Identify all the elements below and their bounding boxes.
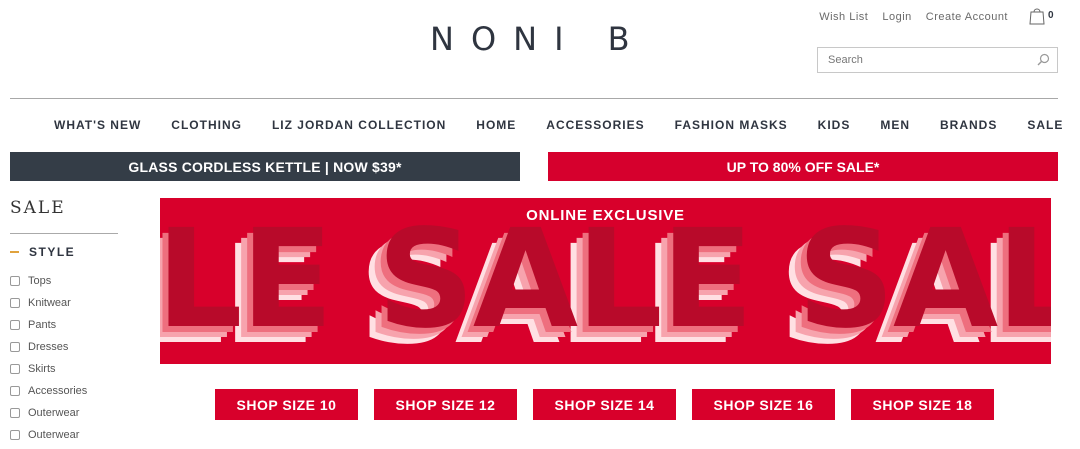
nav-kids[interactable]: KIDS — [818, 118, 851, 132]
promo-banner-sale[interactable]: UP TO 80% OFF SALE* — [548, 152, 1058, 181]
nav-men[interactable]: MEN — [880, 118, 910, 132]
filter-label: Tops — [28, 275, 52, 287]
checkbox[interactable] — [10, 386, 20, 396]
filter-label: Dresses — [28, 341, 69, 353]
nav-fashion-masks[interactable]: FASHION MASKS — [675, 118, 788, 132]
promo-banner-kettle[interactable]: GLASS CORDLESS KETTLE | NOW $39* — [10, 152, 520, 181]
shop-size-16-button[interactable]: SHOP SIZE 16 — [692, 389, 835, 420]
filter-label: Accessories — [28, 385, 88, 397]
login-link[interactable]: Login — [882, 11, 911, 23]
filter-knitwear[interactable]: Knitwear — [10, 292, 87, 314]
sale-hero-banner[interactable]: LE SALE SALE SA LE SALE SALE SA LE SALE … — [160, 198, 1051, 364]
shop-size-buttons: SHOP SIZE 10 SHOP SIZE 12 SHOP SIZE 14 S… — [215, 389, 994, 420]
wishlist-link[interactable]: Wish List — [819, 11, 868, 23]
filter-dresses[interactable]: Dresses — [10, 336, 87, 358]
filter-label: Skirts — [28, 363, 56, 375]
style-filter-list: Tops Knitwear Pants Dresses Skirts Acces… — [10, 270, 87, 446]
filter-accessories[interactable]: Accessories — [10, 380, 87, 402]
filter-label: Outerwear — [28, 407, 80, 419]
filter-skirts[interactable]: Skirts — [10, 358, 87, 380]
account-links: Wish List Login Create Account — [819, 11, 1008, 23]
sidebar-title: SALE — [10, 198, 66, 218]
filter-label: Outerwear — [28, 429, 80, 441]
style-filter-heading[interactable]: STYLE — [10, 245, 75, 259]
style-heading-label: STYLE — [29, 245, 76, 259]
shop-size-12-button[interactable]: SHOP SIZE 12 — [374, 389, 517, 420]
header-divider — [10, 98, 1058, 99]
online-exclusive-label: ONLINE EXCLUSIVE — [526, 207, 685, 224]
nav-accessories[interactable]: ACCESSORIES — [546, 118, 644, 132]
shop-size-10-button[interactable]: SHOP SIZE 10 — [215, 389, 358, 420]
cart-count: 0 — [1048, 10, 1054, 21]
search-icon[interactable] — [1037, 53, 1050, 66]
shop-size-18-button[interactable]: SHOP SIZE 18 — [851, 389, 994, 420]
nav-brands[interactable]: BRANDS — [940, 118, 997, 132]
main-nav: WHAT'S NEW CLOTHING LIZ JORDAN COLLECTIO… — [54, 118, 1080, 132]
filter-pants[interactable]: Pants — [10, 314, 87, 336]
filter-outerwear[interactable]: Outerwear — [10, 402, 87, 424]
create-account-link[interactable]: Create Account — [926, 11, 1008, 23]
checkbox[interactable] — [10, 276, 20, 286]
checkbox[interactable] — [10, 364, 20, 374]
cart-button[interactable]: 0 — [1029, 7, 1059, 27]
filter-label: Pants — [28, 319, 57, 331]
checkbox[interactable] — [10, 408, 20, 418]
nav-liz-jordan[interactable]: LIZ JORDAN COLLECTION — [272, 118, 446, 132]
nav-sale[interactable]: SALE — [1027, 118, 1063, 132]
checkbox[interactable] — [10, 298, 20, 308]
sidebar-divider — [10, 233, 118, 234]
brand-logo[interactable]: NONI B — [430, 20, 647, 58]
filter-outerwear-2[interactable]: Outerwear — [10, 424, 87, 446]
checkbox[interactable] — [10, 342, 20, 352]
filter-tops[interactable]: Tops — [10, 270, 87, 292]
collapse-dash-icon — [10, 251, 19, 253]
nav-whats-new[interactable]: WHAT'S NEW — [54, 118, 141, 132]
checkbox[interactable] — [10, 430, 20, 440]
search-box — [817, 47, 1058, 73]
nav-clothing[interactable]: CLOTHING — [171, 118, 242, 132]
filter-label: Knitwear — [28, 297, 71, 309]
shop-size-14-button[interactable]: SHOP SIZE 14 — [533, 389, 676, 420]
search-input[interactable] — [818, 48, 1018, 72]
sale-text-main: LE SALE SALE SA — [160, 201, 1051, 359]
shopping-bag-icon — [1029, 8, 1045, 25]
checkbox[interactable] — [10, 320, 20, 330]
nav-home[interactable]: HOME — [476, 118, 516, 132]
